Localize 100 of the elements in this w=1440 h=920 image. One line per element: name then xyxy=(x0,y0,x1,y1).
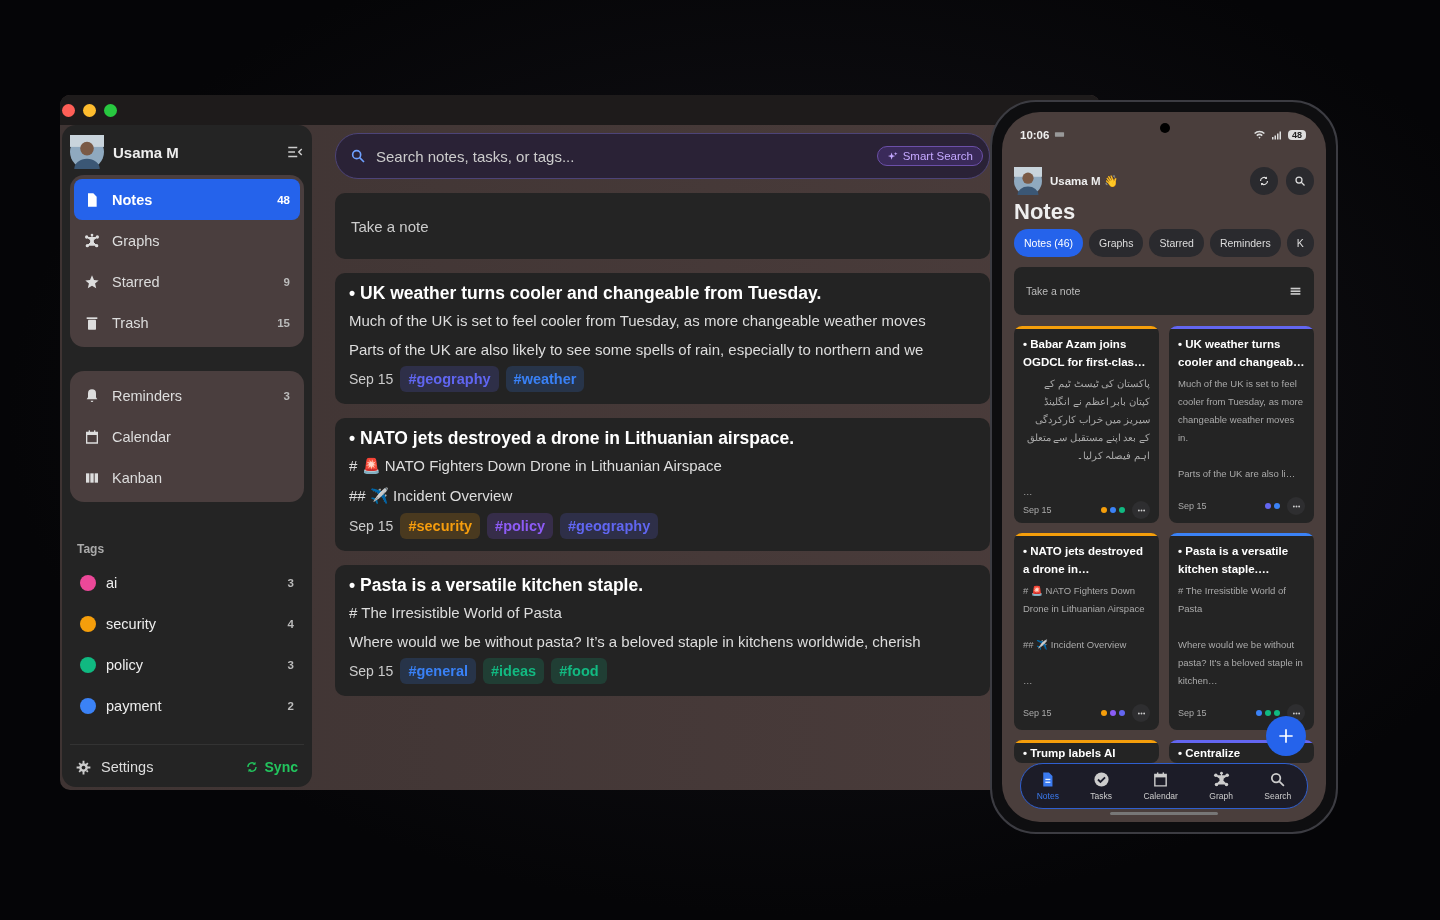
tag-chip[interactable]: #ideas xyxy=(483,658,545,684)
sync-button[interactable] xyxy=(1250,167,1278,195)
camera-hole xyxy=(1160,123,1170,133)
note-date: Sep 15 xyxy=(349,663,394,679)
note-title: • UK weather turns cooler and changeable from Tuesday. xyxy=(349,283,823,304)
note-title: • Trump labels AI xyxy=(1023,746,1117,761)
count: 3 xyxy=(287,658,294,671)
smart-search-button[interactable]: Smart Search xyxy=(876,146,983,166)
note-card[interactable]: • NATO jets destroyed a drone in Lithuanian airspace. # 🚨 NATO Fighters Down Drone in Lithuanian Airspace ## ✈ Incident Overview Sep 15 #security #policy #geography xyxy=(335,418,990,551)
more-button[interactable] xyxy=(1287,497,1305,515)
note-text: … xyxy=(1023,485,1034,499)
search-button[interactable] xyxy=(1286,167,1314,195)
note-input-field[interactable]: Take a note xyxy=(1014,267,1314,315)
more-button[interactable] xyxy=(1132,501,1150,519)
count: 15 xyxy=(277,316,290,329)
battery-level: 48 xyxy=(1288,129,1306,140)
star-icon xyxy=(84,273,100,290)
filter-tab[interactable]: Reminders xyxy=(1209,229,1281,257)
notification-icon xyxy=(1054,129,1066,140)
minimize-button[interactable] xyxy=(83,103,96,117)
note-text: # The Irresistible World of Pasta xyxy=(349,604,563,621)
sidebar-item[interactable]: Starred 9 xyxy=(74,261,300,302)
count: 9 xyxy=(283,275,290,288)
settings-icon xyxy=(76,759,91,775)
tags-heading: Tags xyxy=(77,542,106,556)
sidebar-item[interactable]: Notes 48 xyxy=(74,179,300,220)
sidebar-item[interactable]: Kanban xyxy=(74,457,300,498)
note-card[interactable]: • Pasta is a versatile kitchen staple. # The Irresistible World of Pasta Where would we be without pasta? It’s a beloved staple in kitchens worldwide, cherish Sep 15 #general #ideas #food xyxy=(335,565,990,696)
sidebar-item[interactable]: Reminders 3 xyxy=(74,375,300,416)
tag-item[interactable]: policy xyxy=(106,656,278,673)
note-text: Much of the UK is set to feel cooler from Tuesday, as more changeable weather moves in. xyxy=(1178,377,1304,445)
sidebar-item[interactable]: Graphs xyxy=(74,220,300,261)
wifi-icon xyxy=(1253,128,1266,141)
sync-icon xyxy=(1258,175,1270,187)
calendar-icon xyxy=(84,428,100,445)
count: 2 xyxy=(287,699,294,712)
filter-tab[interactable]: K xyxy=(1286,229,1314,257)
avatar xyxy=(1014,167,1042,195)
note-text: # The Irresistible World of Pasta xyxy=(1178,584,1287,616)
maximize-button[interactable] xyxy=(104,103,117,117)
note-text: … xyxy=(1023,674,1034,688)
note-text: # 🚨 NATO Fighters Down Drone in Lithuanian Airspace xyxy=(1023,584,1146,616)
note-input-field[interactable]: Take a note xyxy=(335,193,990,259)
search-icon xyxy=(350,148,366,164)
note-title: • NATO jets destroyed a drone in… xyxy=(1023,544,1144,577)
note-date: Sep 15 xyxy=(1023,505,1053,515)
tag-item[interactable]: ai xyxy=(106,574,278,591)
avatar xyxy=(70,135,104,169)
sync-icon xyxy=(244,760,259,774)
bell-icon xyxy=(84,387,100,404)
note-title: • Babar Azam joins OGDCL for first-clas… xyxy=(1023,337,1147,370)
settings-link[interactable]: Settings xyxy=(101,759,154,775)
nav-tab[interactable]: Search xyxy=(1264,771,1292,801)
tag-item[interactable]: payment xyxy=(106,697,278,714)
note-text: Much of the UK is set to feel cooler from Tuesday, as more changeable weather moves xyxy=(349,312,927,329)
note-text: ## ✈ Incident Overview xyxy=(349,487,514,505)
note-date: Sep 15 xyxy=(349,371,394,387)
search-field[interactable]: Search notes, tasks, or tags... Smart Search xyxy=(335,133,990,179)
status-time: 10:06 xyxy=(1020,128,1050,141)
graph-icon xyxy=(84,232,100,249)
nav-tab[interactable]: Calendar xyxy=(1143,771,1178,801)
calendar-icon xyxy=(1152,771,1170,788)
note-title: • Pasta is a versatile kitchen staple. xyxy=(349,575,645,596)
search-icon xyxy=(1294,175,1306,187)
more-button[interactable] xyxy=(1132,704,1150,722)
close-button[interactable] xyxy=(62,103,75,117)
note-text: Where would we be without pasta? It's a beloved staple in kitchen… xyxy=(1178,638,1304,688)
filter-tab[interactable]: Graphs xyxy=(1089,229,1144,257)
tag-chip[interactable]: #security xyxy=(400,513,481,539)
sync-link[interactable]: Sync xyxy=(264,759,298,775)
nav-tab[interactable]: Tasks xyxy=(1090,771,1113,801)
plus-icon xyxy=(1276,726,1296,746)
note-card[interactable]: • Trump labels AI xyxy=(1014,740,1159,763)
graph-icon xyxy=(1212,771,1230,788)
note-title: • Pasta is a versatile kitchen staple.… xyxy=(1178,544,1290,577)
note-title: • Centralize xyxy=(1178,746,1242,761)
note-text: # 🚨 NATO Fighters Down Drone in Lithuanian Airspace xyxy=(349,457,723,475)
trash-icon xyxy=(84,314,100,331)
note-card[interactable]: • UK weather turns cooler and changeab… Much of the UK is set to feel cooler from Tuesday, as more changeable weather moves in. Parts of the UK are also li… Sep 15 xyxy=(1169,326,1314,523)
check-circle-icon xyxy=(1092,771,1110,788)
note-date: Sep 15 xyxy=(1023,708,1053,718)
sidebar-item[interactable]: Trash 15 xyxy=(74,302,300,343)
note-title: • UK weather turns cooler and changeab… xyxy=(1178,337,1305,370)
filter-tab[interactable]: Notes (46) xyxy=(1014,229,1084,257)
count: 3 xyxy=(287,576,294,589)
sidebar-item[interactable]: Calendar xyxy=(74,416,300,457)
tag-chip[interactable]: #food xyxy=(551,658,607,684)
note-text: Parts of the UK are also likely to see some spells of rain, especially to northern and we xyxy=(349,341,925,358)
note-text: Where would we be without pasta? It’s a beloved staple in kitchens worldwide, cherish xyxy=(349,633,922,650)
count: 3 xyxy=(283,389,290,402)
filter-tab[interactable]: Starred xyxy=(1149,229,1204,257)
note-card[interactable]: • Pasta is a versatile kitchen staple.… # The Irresistible World of Pasta Where would we be without pasta? It's a beloved staple in kitchen… Sep 15 xyxy=(1169,533,1314,730)
note-date: Sep 15 xyxy=(349,518,394,534)
tag-item[interactable]: security xyxy=(106,615,278,632)
user-name: Usama M xyxy=(113,143,180,161)
nav-tab[interactable]: Graph xyxy=(1209,771,1233,801)
note-text: Parts of the UK are also li… xyxy=(1178,467,1297,481)
nav-tab[interactable]: Notes xyxy=(1036,771,1059,801)
note-card[interactable]: • NATO jets destroyed a drone in… # 🚨 NATO Fighters Down Drone in Lithuanian Airspace ## ✈ Incident Overview … Sep 15 xyxy=(1014,533,1159,730)
note-date: Sep 15 xyxy=(1178,708,1208,718)
